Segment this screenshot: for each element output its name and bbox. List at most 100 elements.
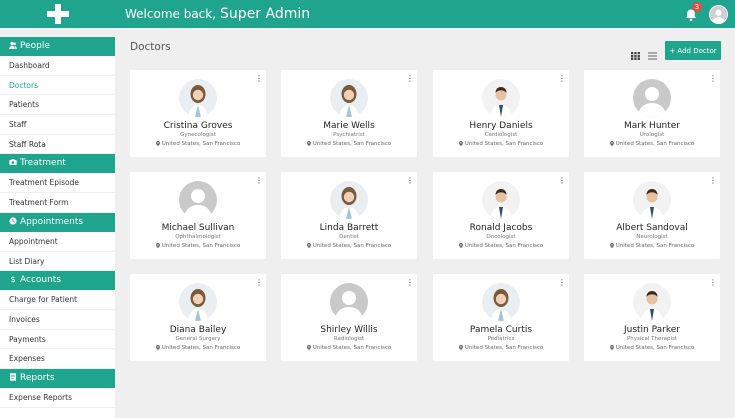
more-options-icon[interactable]: ⋮ (558, 278, 566, 288)
more-options-icon[interactable]: ⋮ (406, 176, 414, 186)
sidebar-section-title: People (20, 41, 50, 51)
doctor-specialty: Psychiatrist (333, 132, 365, 138)
doctor-name[interactable]: Albert Sandoval (584, 223, 720, 233)
sidebar-section-reports[interactable]: Reports (0, 368, 115, 388)
doctor-location-text: United States, San Francisco (312, 243, 392, 249)
sidebar-section-title: Appointments (20, 216, 84, 227)
more-options-icon[interactable]: ⋮ (709, 278, 717, 288)
doctor-card[interactable]: ⋮ Shirley Willis Radiologist United States,… (281, 274, 417, 361)
sidebar-item-patients[interactable]: Patients (0, 95, 115, 116)
doctor-avatar[interactable] (330, 283, 368, 321)
grid-view-icon[interactable] (631, 45, 640, 60)
doctor-name[interactable]: Justin Parker (584, 325, 720, 335)
more-options-icon[interactable]: ⋮ (255, 278, 263, 288)
doctor-avatar[interactable] (633, 79, 671, 117)
more-options-icon[interactable]: ⋮ (709, 74, 717, 84)
doctor-location: United States, San Francisco (281, 243, 417, 249)
doctor-location-text: United States, San Francisco (161, 141, 241, 147)
doctor-card[interactable]: ⋮ Marie Wells Psychiatrist United States, S… (281, 70, 417, 157)
sidebar-item-expenses[interactable]: Expenses (0, 349, 115, 369)
doctor-card[interactable]: ⋮ Mark Hunter Urologist United States, San … (584, 70, 720, 157)
sidebar: People Dashboard Doctors Patients Staff Staff… (0, 37, 115, 418)
doctor-name[interactable]: Diana Bailey (130, 325, 266, 335)
sidebar-item-staff[interactable]: Staff (0, 115, 115, 135)
doctor-card[interactable]: ⋮ Ronald Jacobs Oncologist United States, S… (433, 172, 569, 259)
doctor-card[interactable]: ⋮ Cristina Groves Gynecologist United State… (130, 70, 266, 157)
doctor-name[interactable]: Henry Daniels (433, 121, 569, 131)
doctor-avatar[interactable] (179, 79, 217, 117)
doctor-name[interactable]: Ronald Jacobs (433, 223, 569, 233)
sidebar-section-appointments[interactable]: Appointments (0, 212, 115, 232)
notification-badge: 3 (692, 2, 702, 12)
doctor-location: United States, San Francisco (584, 243, 720, 249)
doctor-card[interactable]: ⋮ Justin Parker Physical Therapist United S… (584, 274, 720, 361)
more-options-icon[interactable]: ⋮ (406, 74, 414, 84)
doctor-name[interactable]: Linda Barrett (281, 223, 417, 233)
main-content: Doctors + Add Doctor ⋮ Cristina Groves Gyn… (115, 28, 735, 418)
doctor-avatar[interactable] (633, 181, 671, 219)
map-marker-icon (306, 141, 311, 146)
map-marker-icon (458, 345, 463, 350)
doctor-avatar[interactable] (330, 181, 368, 219)
sidebar-section-treatment[interactable]: Treatment (0, 154, 115, 174)
sidebar-item-expense-reports[interactable]: Expense Reports (0, 388, 115, 408)
doctor-name[interactable]: Michael Sullivan (130, 223, 266, 233)
doctor-avatar[interactable] (179, 283, 217, 321)
sidebar-item-list-diary[interactable]: List Diary (0, 252, 115, 272)
doctor-specialty: Dentist (339, 234, 359, 240)
user-avatar[interactable] (709, 5, 728, 24)
sidebar-item-treatment-form[interactable]: Treatment Form (0, 193, 115, 213)
doctor-avatar[interactable] (482, 79, 520, 117)
doctor-avatar[interactable] (633, 283, 671, 321)
doctor-name[interactable]: Mark Hunter (584, 121, 720, 131)
map-marker-icon (458, 141, 463, 146)
doctor-name[interactable]: Cristina Groves (130, 121, 266, 131)
doctor-avatar[interactable] (482, 283, 520, 321)
sidebar-section-accounts[interactable]: $ Accounts (0, 271, 115, 291)
sidebar-item-charge-for-patient[interactable]: Charge for Patient (0, 290, 115, 310)
doctor-card[interactable]: ⋮ Henry Daniels Cardiologist United States,… (433, 70, 569, 157)
doctor-location-text: United States, San Francisco (615, 345, 695, 351)
map-marker-icon (155, 141, 160, 146)
doctor-name[interactable]: Pamela Curtis (433, 325, 569, 335)
doctor-location-text: United States, San Francisco (615, 141, 695, 147)
sidebar-item-payments[interactable]: Payments (0, 330, 115, 350)
more-options-icon[interactable]: ⋮ (558, 176, 566, 186)
list-view-icon[interactable] (648, 45, 657, 60)
doctor-location: United States, San Francisco (130, 243, 266, 249)
add-doctor-button[interactable]: + Add Doctor (665, 41, 721, 60)
sidebar-section-people[interactable]: People (0, 37, 115, 56)
doctor-avatar[interactable] (179, 181, 217, 219)
doctor-card[interactable]: ⋮ Linda Barrett Dentist United States, San … (281, 172, 417, 259)
top-navbar: Welcome back, Super Admin 3 (0, 0, 735, 28)
doctor-avatar[interactable] (330, 79, 368, 117)
more-options-icon[interactable]: ⋮ (709, 176, 717, 186)
doctor-specialty: General Surgery (175, 336, 221, 342)
doctor-card[interactable]: ⋮ Diana Bailey General Surgery United State… (130, 274, 266, 361)
doctor-card[interactable]: ⋮ Michael Sullivan Ophthalmologist United S… (130, 172, 266, 259)
welcome-text: Welcome back, (125, 7, 217, 21)
sidebar-item-invoices[interactable]: Invoices (0, 310, 115, 330)
more-options-icon[interactable]: ⋮ (255, 176, 263, 186)
sidebar-item-appointment[interactable]: Appointment (0, 232, 115, 252)
doctor-name[interactable]: Marie Wells (281, 121, 417, 131)
map-marker-icon (155, 243, 160, 248)
doctor-card[interactable]: ⋮ Albert Sandoval Neurologist United States… (584, 172, 720, 259)
doctor-specialty: Physical Therapist (626, 336, 678, 342)
map-marker-icon (609, 243, 614, 248)
doctor-avatar[interactable] (482, 181, 520, 219)
doctor-card[interactable]: ⋮ Pamela Curtis Pediatrics United States, S… (433, 274, 569, 361)
medical-cross-logo[interactable] (47, 4, 69, 24)
map-marker-icon (306, 243, 311, 248)
welcome-message: Welcome back, Super Admin (125, 6, 310, 22)
sidebar-item-doctors[interactable]: Doctors (0, 76, 115, 96)
sidebar-item-staff-rota[interactable]: Staff Rota (0, 135, 115, 155)
doctor-name[interactable]: Shirley Willis (281, 325, 417, 335)
sidebar-item-dashboard[interactable]: Dashboard (0, 56, 115, 76)
doctor-specialty: Oncologist (486, 234, 516, 240)
more-options-icon[interactable]: ⋮ (558, 74, 566, 84)
more-options-icon[interactable]: ⋮ (255, 74, 263, 84)
sidebar-item-treatment-episode[interactable]: Treatment Episode (0, 173, 115, 194)
more-options-icon[interactable]: ⋮ (406, 278, 414, 288)
sidebar-section-title: Accounts (20, 275, 62, 286)
